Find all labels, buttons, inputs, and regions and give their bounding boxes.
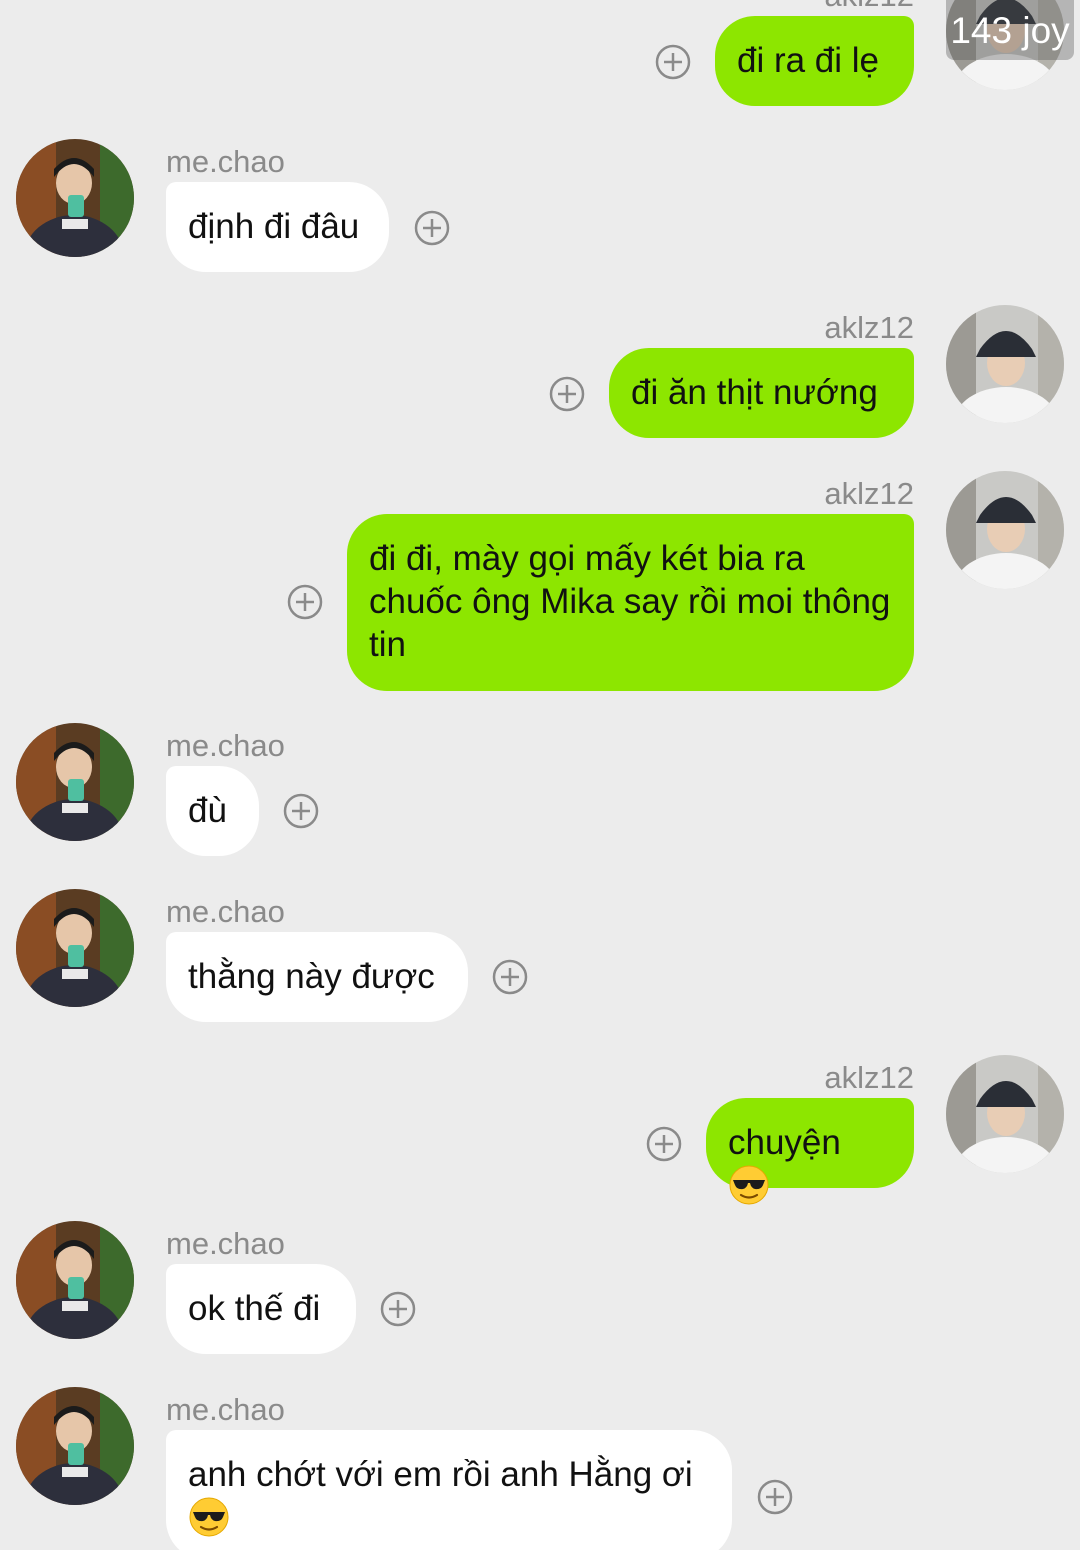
avatar-me-chao[interactable] <box>16 723 134 841</box>
message-bubble-incoming[interactable]: thằng này được <box>166 932 468 1022</box>
chat-thread: aklz12 đi ra đi lẹ 143 joy me.chao định … <box>0 0 1080 1550</box>
message-bubble-incoming[interactable]: ok thế đi <box>166 1264 356 1354</box>
plus-circle-icon[interactable] <box>414 210 450 246</box>
sunglasses-emoji <box>188 1496 230 1538</box>
avatar-me-chao[interactable] <box>16 1387 134 1505</box>
avatar-me-chao[interactable] <box>16 889 134 1007</box>
corner-badge: 143 joy <box>946 0 1074 60</box>
message-text: anh chớt với em rồi anh Hằng ơi <box>188 1455 693 1494</box>
sender-name: me.chao <box>166 894 285 929</box>
plus-circle-icon[interactable] <box>492 959 528 995</box>
sender-name: aklz12 <box>824 476 914 511</box>
sunglasses-emoji <box>728 1164 770 1206</box>
sender-name: aklz12 <box>824 1060 914 1095</box>
sender-name: me.chao <box>166 144 285 179</box>
message-bubble-outgoing[interactable]: đi ra đi lẹ <box>715 16 914 106</box>
message-bubble-incoming[interactable]: định đi đâu <box>166 182 389 272</box>
sender-name: me.chao <box>166 1392 285 1427</box>
plus-circle-icon[interactable] <box>287 584 323 620</box>
message-bubble-outgoing[interactable]: đi đi, mày gọi mấy két bia ra chuốc ông … <box>347 514 914 691</box>
plus-circle-icon[interactable] <box>549 376 585 412</box>
message-bubble-incoming[interactable]: đù <box>166 766 259 856</box>
message-bubble-outgoing[interactable]: đi ăn thịt nướng <box>609 348 914 438</box>
message-bubble-incoming[interactable]: anh chớt với em rồi anh Hằng ơi <box>166 1430 732 1550</box>
avatar-aklz12[interactable] <box>946 471 1064 589</box>
avatar-aklz12[interactable] <box>946 305 1064 423</box>
avatar-aklz12[interactable] <box>946 1055 1064 1173</box>
plus-circle-icon[interactable] <box>283 793 319 829</box>
message-bubble-outgoing[interactable]: chuyện <box>706 1098 914 1205</box>
avatar-me-chao[interactable] <box>16 139 134 257</box>
sender-name: me.chao <box>166 1226 285 1261</box>
sender-name: aklz12 <box>824 0 914 14</box>
sender-name: aklz12 <box>824 310 914 345</box>
plus-circle-icon[interactable] <box>380 1291 416 1327</box>
message-text: chuyện <box>728 1123 841 1162</box>
avatar-me-chao[interactable] <box>16 1221 134 1339</box>
plus-circle-icon[interactable] <box>655 44 691 80</box>
plus-circle-icon[interactable] <box>757 1479 793 1515</box>
plus-circle-icon[interactable] <box>646 1126 682 1162</box>
sender-name: me.chao <box>166 728 285 763</box>
